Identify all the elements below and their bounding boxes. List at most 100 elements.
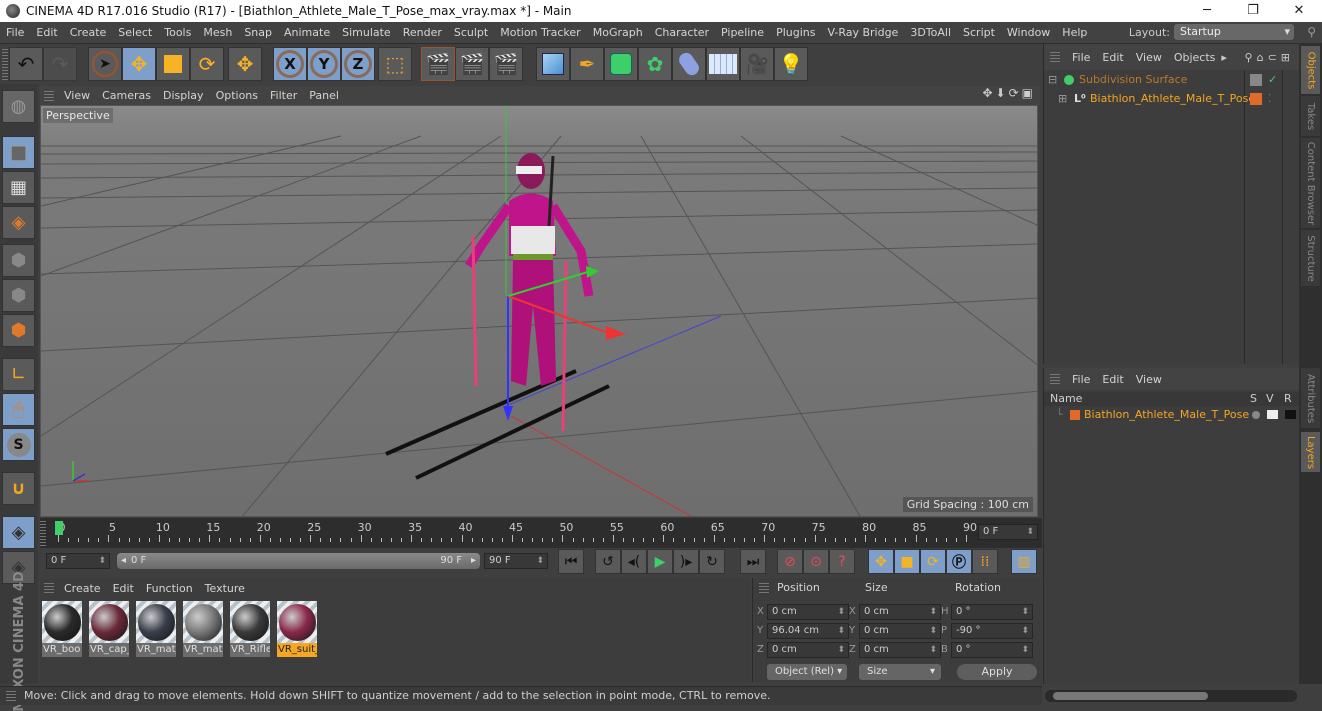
panel-grip[interactable] <box>44 90 54 101</box>
render-view-button[interactable]: 🎬 <box>421 47 455 81</box>
tweak-mode-button[interactable]: 🖱 <box>2 393 35 426</box>
minimize-button[interactable]: ─ <box>1184 0 1230 22</box>
make-editable-button[interactable]: ◍ <box>2 90 35 123</box>
menu-animate[interactable]: Animate <box>278 22 336 44</box>
object-row-biathlon-athlete[interactable]: ⊞ L⁰ Biathlon_Athlete_Male_T_Pose ⁚ <box>1044 90 1300 108</box>
menu-window[interactable]: Window <box>1001 22 1056 44</box>
scrollbar-thumb[interactable] <box>1053 692 1208 700</box>
expand-icon[interactable]: ⊞ <box>1058 90 1067 108</box>
viewport-menu-filter[interactable]: Filter <box>264 89 303 102</box>
key-scale-button[interactable]: ■ <box>894 549 920 574</box>
toggle-layout-icon[interactable]: ▣ <box>1022 86 1036 100</box>
tab-attributes[interactable]: Attributes <box>1301 368 1320 428</box>
layer-menu-edit[interactable]: Edit <box>1096 373 1129 386</box>
cloner-button[interactable]: ✿ <box>638 47 672 81</box>
menu-select[interactable]: Select <box>112 22 158 44</box>
tab-takes[interactable]: Takes <box>1301 96 1320 136</box>
object-name[interactable]: Subdivision Surface <box>1079 71 1187 89</box>
viewport-menu-cameras[interactable]: Cameras <box>96 89 157 102</box>
menu-sculpt[interactable]: Sculpt <box>448 22 494 44</box>
spinner-icon[interactable]: ⬍ <box>98 554 106 568</box>
search-icon[interactable]: ⚲ <box>1307 25 1316 39</box>
camera-button[interactable]: 🎥 <box>740 47 774 81</box>
layer-menu-file[interactable]: File <box>1066 373 1096 386</box>
enabled-check-icon[interactable]: ✓ <box>1268 71 1277 89</box>
key-position-button[interactable]: ✥ <box>868 549 894 574</box>
size-y-field[interactable]: 0 cm ⬍ <box>859 623 941 639</box>
render-toggle-icon[interactable] <box>1285 410 1296 419</box>
object-name[interactable]: Biathlon_Athlete_Male_T_Pose <box>1090 90 1255 108</box>
material-menu-edit[interactable]: Edit <box>107 582 140 595</box>
size-x-field[interactable]: 0 cm ⬍ <box>859 604 941 620</box>
column-render[interactable]: R <box>1284 392 1292 405</box>
size-z-field[interactable]: 0 cm ⬍ <box>859 642 941 658</box>
redo-button[interactable]: ↷ <box>43 47 77 81</box>
menu-3dtoall[interactable]: 3DToAll <box>904 22 957 44</box>
go-to-start-button[interactable]: ⏮ <box>558 549 584 574</box>
model-mode-button[interactable]: ■ <box>2 136 35 169</box>
menu-more-arrow-icon[interactable]: ▸ <box>1221 51 1227 64</box>
coordinate-system-button[interactable]: ⬚ <box>378 47 412 81</box>
autokeying-button[interactable]: ⊙ <box>803 549 829 574</box>
edges-mode-button[interactable]: ⬢ <box>2 279 35 312</box>
tab-content-browser[interactable]: Content Browser <box>1301 138 1320 228</box>
menu-snap[interactable]: Snap <box>238 22 278 44</box>
menu-edit[interactable]: Edit <box>30 22 63 44</box>
layer-name[interactable]: Biathlon_Athlete_Male_T_Pose <box>1084 406 1249 424</box>
object-menu-file[interactable]: File <box>1066 51 1096 64</box>
menu-mesh[interactable]: Mesh <box>197 22 238 44</box>
position-y-field[interactable]: 96.04 cm ⬍ <box>767 623 849 639</box>
tab-structure[interactable]: Structure <box>1301 230 1320 286</box>
layer-color-swatch[interactable] <box>1250 93 1262 105</box>
spinner-icon[interactable]: ⬍ <box>837 624 845 638</box>
tab-objects[interactable]: Objects <box>1301 46 1320 94</box>
go-to-end-button[interactable]: ⏭ <box>740 549 766 574</box>
preview-end-field[interactable]: 90 F ⬍ <box>484 553 548 569</box>
spinner-icon[interactable]: ⬍ <box>837 605 845 619</box>
zoom-view-icon[interactable]: ⬇ <box>996 86 1009 100</box>
timeline-ruler[interactable]: 051015202530354045505560657075808590 <box>48 518 977 548</box>
editor-render-toggle-icon[interactable] <box>1250 74 1262 86</box>
material-menu-function[interactable]: Function <box>140 582 199 595</box>
layer-color-swatch[interactable] <box>1070 410 1080 420</box>
layout-dropdown[interactable]: Startup <box>1174 24 1294 40</box>
object-menu-objects[interactable]: Objects <box>1168 51 1222 64</box>
coordinate-mode-dropdown[interactable]: Object (Rel) ▾ <box>767 664 847 680</box>
menu-mograph[interactable]: MoGraph <box>587 22 649 44</box>
object-row-subdivision-surface[interactable]: ⊟ Subdivision Surface ✓ <box>1044 71 1300 89</box>
keyframe-selection-button[interactable]: ? <box>829 549 855 574</box>
menu-render[interactable]: Render <box>397 22 448 44</box>
axis-mode-button[interactable]: ∟ <box>2 358 35 391</box>
material-menu-texture[interactable]: Texture <box>199 582 251 595</box>
key-point-level-button[interactable]: ⁞⁞ <box>972 549 998 574</box>
range-left-arrow-icon[interactable]: ◂ <box>121 553 126 569</box>
spinner-icon[interactable]: ⬍ <box>929 624 937 638</box>
timeline[interactable]: 051015202530354045505560657075808590 0 F… <box>40 518 1042 548</box>
pen-tool-button[interactable]: ✒ <box>570 47 604 81</box>
timeline-window-button[interactable]: ▥ <box>1011 549 1037 574</box>
viewport-camera-label[interactable]: Perspective <box>43 108 113 123</box>
visible-toggle-icon[interactable] <box>1267 410 1278 419</box>
rotation-p-field[interactable]: -90 ° ⬍ <box>951 623 1033 639</box>
playhead[interactable] <box>55 521 63 535</box>
menu-motion-tracker[interactable]: Motion Tracker <box>494 22 586 44</box>
rotate-tool-button[interactable]: ⟳ <box>190 47 224 81</box>
y-axis-lock-button[interactable]: Y <box>307 47 341 81</box>
gizmo-y-arrow[interactable] <box>586 266 599 278</box>
new-window-icon[interactable]: ⊞ <box>1281 51 1294 64</box>
apply-button[interactable]: Apply <box>957 664 1037 680</box>
preview-range-slider[interactable]: ◂ 0 F 90 F ▸ <box>117 553 480 569</box>
search-icon[interactable]: ⚲ <box>1245 51 1257 64</box>
3d-viewport[interactable]: Perspective Grid Spacing : 100 cm <box>40 105 1038 517</box>
snap-button[interactable]: ∪ <box>2 472 35 505</box>
position-x-field[interactable]: 0 cm ⬍ <box>767 604 849 620</box>
floor-button[interactable] <box>706 47 740 81</box>
menu-script[interactable]: Script <box>957 22 1001 44</box>
material-swatch[interactable]: VR_cap_ <box>89 601 129 657</box>
layer-menu-view[interactable]: View <box>1130 373 1168 386</box>
restore-button[interactable]: ❐ <box>1230 0 1276 22</box>
layer-row[interactable]: └ Biathlon_Athlete_Male_T_Pose <box>1044 406 1300 424</box>
points-mode-button[interactable]: ⬢ <box>2 244 35 277</box>
material-menu-create[interactable]: Create <box>58 582 107 595</box>
close-button[interactable]: ✕ <box>1276 0 1322 22</box>
